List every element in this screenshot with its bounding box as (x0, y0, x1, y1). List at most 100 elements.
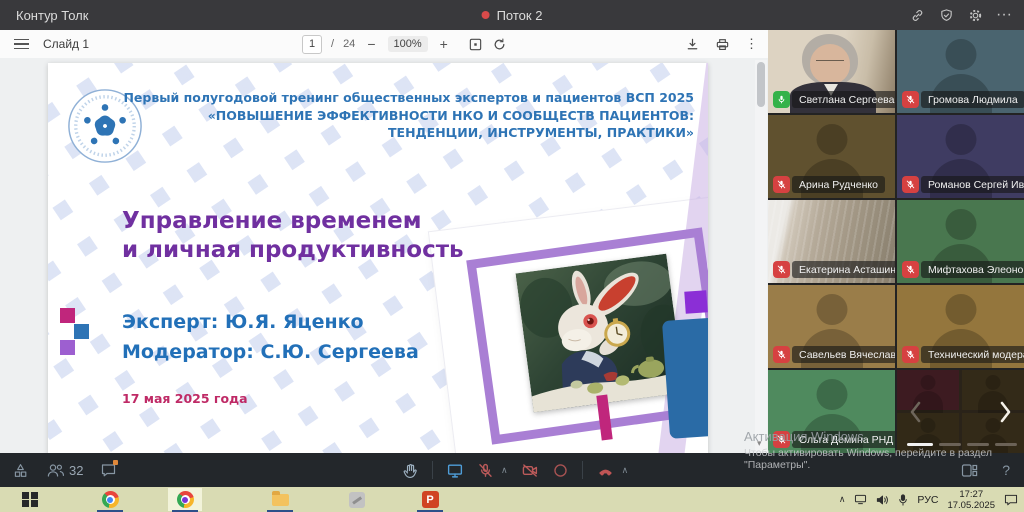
record-button[interactable] (552, 462, 569, 479)
participant-name: Екатерина Асташина (792, 261, 895, 278)
tray-expand-icon[interactable]: ∧ (839, 494, 846, 505)
participant-tile[interactable]: Арина Рудченко (768, 115, 895, 198)
more-participants-tile[interactable] (897, 370, 1024, 453)
participant-tile[interactable]: Савельев Вячеслав Спб (768, 285, 895, 368)
page-total: 24 (343, 38, 355, 50)
language-indicator[interactable]: РУС (917, 494, 938, 506)
slide-viewer: Первый полугодовой тренинг общественных … (0, 58, 768, 453)
decor-square-blue (74, 324, 89, 339)
powerpoint-logo-icon: P (422, 491, 439, 508)
settings-gear-icon[interactable] (967, 7, 983, 23)
windows-taskbar: P ∧ РУС 17:27 (0, 487, 1024, 512)
mic-muted-icon (902, 346, 919, 363)
participants-grid: Светлана Сергеева Громова Людмила (768, 30, 1024, 453)
slides-menu-icon[interactable] (14, 39, 29, 50)
start-button[interactable] (19, 490, 41, 509)
participant-tile[interactable]: Громова Людмила (897, 30, 1024, 113)
zoom-out-button[interactable]: − (364, 36, 378, 52)
pagination-segment-active[interactable] (907, 443, 933, 446)
recording-dot-icon (482, 11, 490, 19)
slide-page: Первый полугодовой тренинг общественных … (48, 63, 708, 453)
windows-activation-watermark: Активация Windows (744, 429, 864, 444)
pagination-segment[interactable] (967, 443, 989, 446)
participant-name: Романов Сергей Ивано... (921, 176, 1024, 193)
screen: Контур Толк Поток 2 (0, 0, 1024, 512)
participant-tile[interactable]: Светлана Сергеева (768, 30, 895, 113)
decor-square-purple (60, 340, 75, 355)
viewer-more-icon[interactable]: ⋮ (745, 36, 758, 52)
slide-header: Первый полугодовой тренинг общественных … (123, 89, 694, 142)
tray-microphone-icon[interactable] (898, 494, 908, 506)
previous-page-icon[interactable] (905, 396, 927, 428)
mic-muted-icon (902, 176, 919, 193)
mic-muted-icon (773, 261, 790, 278)
next-page-icon[interactable] (994, 396, 1016, 428)
scrollbar-thumb[interactable] (757, 62, 765, 107)
page-number-input[interactable]: 1 (302, 35, 322, 54)
mic-muted-icon (902, 261, 919, 278)
grid-pagination (907, 443, 1017, 446)
zoom-in-button[interactable]: + (437, 36, 451, 52)
taskbar-file-explorer-icon[interactable] (269, 490, 291, 509)
action-center-icon[interactable] (1004, 494, 1018, 506)
network-icon[interactable] (854, 494, 867, 505)
slide-header-line2: «ПОВЫШЕНИЕ ЭФФЕКТИВНОСТИ НКО И СООБЩЕСТВ… (123, 107, 694, 125)
microphone-options-chevron[interactable]: ∧ (501, 465, 508, 476)
page-separator: / (331, 38, 334, 50)
slide-label: Слайд 1 (43, 37, 89, 51)
screen-share-button[interactable] (446, 462, 464, 479)
hang-up-options-chevron[interactable]: ∧ (622, 465, 629, 476)
windows-logo-icon (22, 492, 38, 508)
rotate-icon[interactable] (492, 37, 507, 52)
participant-tile[interactable]: Екатерина Асташина (768, 200, 895, 283)
participant-name: Савельев Вячеслав Спб (792, 346, 895, 363)
viewer-scrollbar[interactable]: ▾ (755, 60, 767, 451)
slide-date: 17 мая 2025 года (122, 391, 248, 406)
microphone-muted-button[interactable] (477, 462, 494, 479)
decor-square-magenta (60, 308, 75, 323)
taskbar-powerpoint-icon[interactable]: P (419, 490, 441, 509)
raise-hand-button[interactable] (402, 462, 419, 479)
security-shield-icon[interactable] (938, 7, 954, 23)
mic-on-icon (773, 91, 790, 108)
fit-page-icon[interactable] (468, 37, 483, 52)
copy-link-icon[interactable] (909, 7, 925, 23)
tray-date: 17.05.2025 (947, 500, 995, 511)
camera-muted-button[interactable] (521, 462, 539, 479)
more-options-icon[interactable]: ··· (996, 7, 1012, 23)
pagination-segment[interactable] (939, 443, 961, 446)
participant-tile[interactable]: Технический модератор (897, 285, 1024, 368)
download-icon[interactable] (685, 37, 700, 52)
participants-count: 32 (69, 463, 83, 478)
slide-speakers: Эксперт: Ю.Я. Яценко Модератор: С.Ю. Сер… (122, 307, 419, 367)
chat-notification-dot (113, 460, 118, 465)
participants-button[interactable]: 32 (46, 463, 83, 478)
taskbar-paint-icon[interactable] (346, 490, 368, 509)
taskbar-browser-icon[interactable] (99, 490, 121, 509)
clock[interactable]: 17:27 17.05.2025 (947, 489, 995, 511)
hang-up-button[interactable] (596, 462, 615, 479)
volume-icon[interactable] (876, 494, 889, 506)
participant-tile[interactable]: Мифтахова Элеонора Т... (897, 200, 1024, 283)
tray-time: 17:27 (947, 489, 995, 500)
taskbar-browser-profile-icon[interactable] (174, 490, 196, 509)
print-icon[interactable] (715, 37, 730, 52)
whiteboard-shapes-icon[interactable] (12, 462, 29, 479)
slide-expert: Эксперт: Ю.Я. Яценко (122, 307, 419, 337)
document-viewer-toolbar: Слайд 1 1 / 24 − 100% + (0, 30, 768, 59)
slide-header-line1: Первый полугодовой тренинг общественных … (123, 89, 694, 107)
participant-name: Светлана Сергеева (792, 91, 895, 108)
chat-button[interactable] (100, 462, 117, 478)
slide-moderator: Модератор: С.Ю. Сергеева (122, 337, 419, 367)
participant-name: Громова Людмила (921, 91, 1024, 108)
slide-header-line3: ТЕНДЕНЦИИ, ИНСТРУМЕНТЫ, ПРАКТИКИ» (123, 124, 694, 142)
mic-muted-icon (773, 346, 790, 363)
decor-square-purple-small (684, 290, 707, 313)
stream-label: Поток 2 (497, 8, 543, 23)
participant-name: Технический модератор (921, 346, 1024, 363)
pagination-segment[interactable] (995, 443, 1017, 446)
mic-muted-icon (902, 91, 919, 108)
zoom-level[interactable]: 100% (388, 36, 428, 52)
participant-name: Арина Рудченко (792, 176, 885, 193)
participant-tile[interactable]: Романов Сергей Ивано... (897, 115, 1024, 198)
